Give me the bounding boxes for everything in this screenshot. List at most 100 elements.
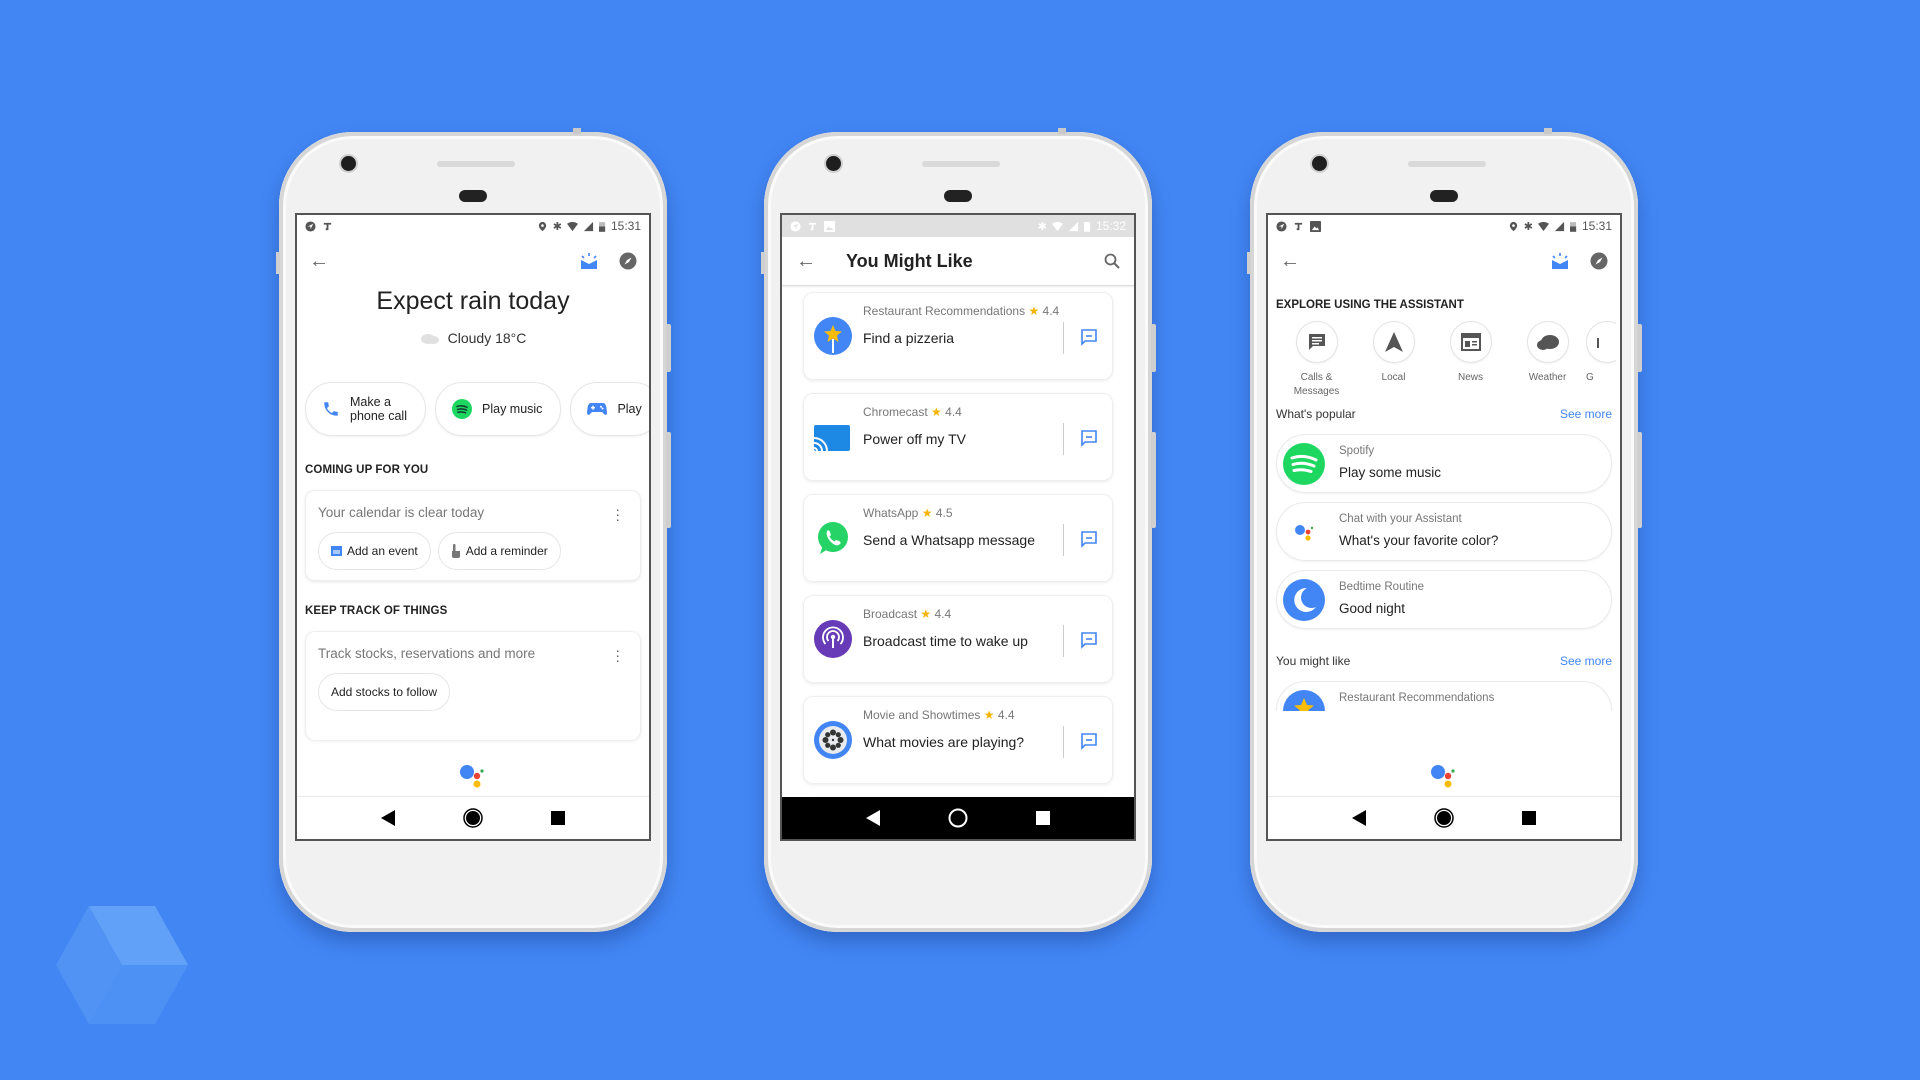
list-item[interactable]: Chromecast ★ 4.4 Power off my TV xyxy=(803,393,1113,481)
search-icon[interactable] xyxy=(1104,253,1120,269)
chat-icon[interactable] xyxy=(1080,530,1098,548)
add-event-button[interactable]: Add an event xyxy=(318,532,431,570)
whatsapp-icon xyxy=(818,522,848,554)
nav-back-icon[interactable] xyxy=(381,810,395,826)
section-heading-coming-up: COMING UP FOR YOU xyxy=(305,464,429,476)
list-item[interactable]: Chat with your Assistant What's your fav… xyxy=(1276,502,1612,561)
explore-compass-icon[interactable] xyxy=(1590,252,1608,270)
see-more-link[interactable]: See more xyxy=(1560,654,1612,668)
movie-reel-icon xyxy=(814,721,852,759)
list-item[interactable]: Spotify Play some music xyxy=(1276,434,1612,493)
chip-play-games[interactable]: Play xyxy=(570,382,649,436)
assistant-logo-icon[interactable] xyxy=(1429,763,1459,789)
category-local[interactable]: Local xyxy=(1355,321,1432,399)
chat-icon[interactable] xyxy=(1080,732,1098,750)
star-icon: ★ xyxy=(921,506,933,520)
nav-home-icon[interactable] xyxy=(948,808,968,828)
star-icon: ★ xyxy=(931,405,942,419)
screen-assistant-home: ✱ 15:31 ← Expect rain today Cloudy 18°C … xyxy=(295,213,651,841)
category-label-line2: Messages xyxy=(1293,386,1340,397)
add-reminder-button[interactable]: Add a reminder xyxy=(437,532,561,570)
divider xyxy=(1063,625,1064,657)
proximity-sensor xyxy=(459,190,487,202)
gamepad-icon xyxy=(587,403,608,415)
list-item[interactable]: Restaurant Recommendations ★ 4.4 Find a … xyxy=(803,292,1113,380)
reminder-hand-icon xyxy=(451,544,460,558)
phone-middle: ✱ 15:32 ← You Might Like Restaurant Reco… xyxy=(761,128,1156,932)
screen-you-might-like: ✱ 15:32 ← You Might Like Restaurant Reco… xyxy=(780,213,1136,841)
t-icon xyxy=(1294,222,1303,230)
nav-recents-icon[interactable] xyxy=(1522,811,1536,825)
back-arrow-icon[interactable]: ← xyxy=(796,250,816,273)
more-options-icon[interactable]: · · · xyxy=(615,643,620,667)
item-query: Good night xyxy=(1339,601,1406,616)
chip-play-music[interactable]: Play music xyxy=(435,382,562,436)
section-heading-keep-track: KEEP TRACK OF THINGS xyxy=(305,605,448,617)
category-news[interactable]: News xyxy=(1432,321,1509,399)
signal-icon xyxy=(1068,221,1079,231)
image-icon xyxy=(1310,220,1321,232)
spotify-icon xyxy=(452,399,472,419)
location-icon xyxy=(1509,221,1517,231)
item-query: Power off my TV xyxy=(863,431,966,447)
item-rating: 4.4 xyxy=(934,607,952,621)
inbox-updates-icon[interactable] xyxy=(579,252,599,270)
chip-label-line1: Make a xyxy=(350,395,391,409)
list-item[interactable]: Broadcast ★ 4.4 Broadcast time to wake u… xyxy=(803,595,1113,683)
navigation-icon xyxy=(1276,220,1287,232)
item-query: Play some music xyxy=(1339,465,1442,480)
chat-icon[interactable] xyxy=(1080,631,1098,649)
chromecast-icon xyxy=(814,425,850,452)
list-item[interactable]: WhatsApp ★ 4.5 Send a Whatsapp message xyxy=(803,494,1113,582)
section-heading-explore: EXPLORE USING THE ASSISTANT xyxy=(1276,299,1464,311)
more-options-icon[interactable]: · · · xyxy=(615,502,620,526)
add-stocks-button[interactable]: Add stocks to follow xyxy=(318,673,451,711)
assistant-logo-icon[interactable] xyxy=(458,763,488,789)
nav-back-icon[interactable] xyxy=(1352,810,1366,826)
item-rating: 4.4 xyxy=(1042,304,1060,318)
add-event-label: Add an event xyxy=(347,544,418,558)
navigation-arrow-icon xyxy=(1384,332,1403,352)
chip-make-phone-call[interactable]: Make a phone call xyxy=(305,382,426,436)
add-reminder-label: Add a reminder xyxy=(465,544,548,558)
list-item[interactable]: Bedtime Routine Good night xyxy=(1276,570,1612,629)
list-item[interactable]: Restaurant Recommendations xyxy=(1276,681,1612,711)
wifi-icon xyxy=(566,221,578,231)
navigation-icon xyxy=(305,220,316,232)
partial-icon xyxy=(1597,338,1599,348)
bluetooth-icon: ✱ xyxy=(552,220,562,233)
list-item[interactable]: Movie and Showtimes ★ 4.4 What movies ar… xyxy=(803,696,1113,784)
category-label: Calls & xyxy=(1300,372,1333,383)
nav-recents-icon[interactable] xyxy=(551,811,565,825)
earpiece-speaker xyxy=(1408,161,1486,167)
chat-icon[interactable] xyxy=(1080,328,1098,346)
battery-icon xyxy=(1083,221,1091,232)
item-category: Bedtime Routine xyxy=(1339,581,1425,593)
category-calls-messages[interactable]: Calls & Messages xyxy=(1278,321,1355,399)
track-card: Track stocks, reservations and more · · · … xyxy=(305,631,641,740)
nav-home-icon[interactable] xyxy=(463,808,483,828)
screen-explore: ✱ 15:31 ← EXPLORE USING THE ASSISTANT Ca… xyxy=(1266,213,1622,841)
cube-logo-icon xyxy=(56,906,188,1024)
explore-compass-icon[interactable] xyxy=(619,252,637,270)
nav-recents-icon[interactable] xyxy=(1036,811,1050,825)
chip-label: Play music xyxy=(482,402,543,416)
item-category: Chat with your Assistant xyxy=(1339,513,1462,525)
see-more-link[interactable]: See more xyxy=(1560,407,1612,421)
chat-icon[interactable] xyxy=(1080,429,1098,447)
category-label: News xyxy=(1457,372,1483,383)
nav-back-icon[interactable] xyxy=(866,810,880,826)
back-arrow-icon[interactable]: ← xyxy=(1280,250,1304,273)
signal-icon xyxy=(1554,221,1565,231)
category-weather[interactable]: Weather xyxy=(1509,321,1586,399)
back-arrow-icon[interactable]: ← xyxy=(309,250,333,273)
news-icon xyxy=(1460,333,1481,351)
item-category: Movie and Showtimes xyxy=(863,708,981,722)
category-partial[interactable]: G xyxy=(1586,321,1616,399)
star-icon: ★ xyxy=(983,708,995,722)
bluetooth-icon: ✱ xyxy=(1523,220,1533,233)
inbox-updates-icon[interactable] xyxy=(1550,252,1570,270)
divider xyxy=(1063,726,1064,758)
location-icon xyxy=(538,221,546,231)
nav-home-icon[interactable] xyxy=(1434,808,1454,828)
